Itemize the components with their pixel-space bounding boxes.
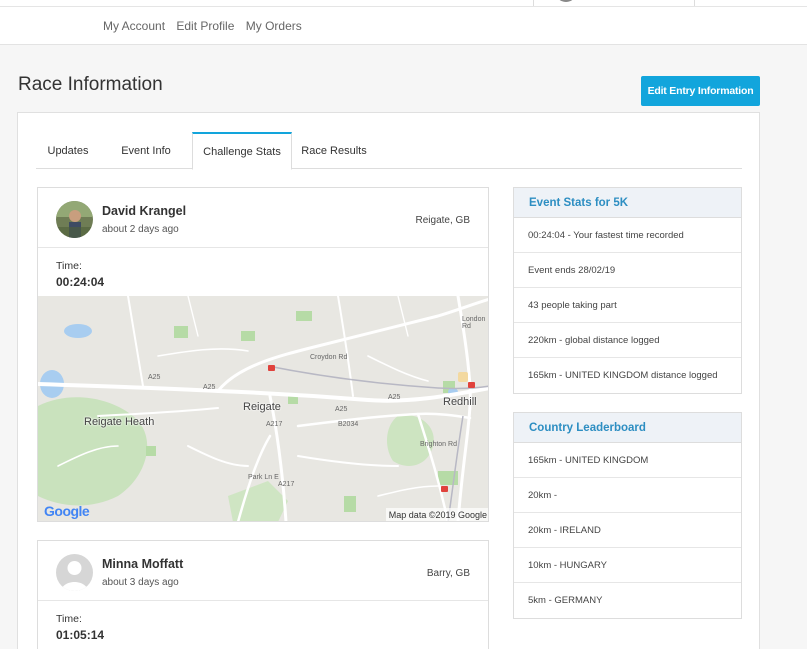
map-road-label: A217 <box>278 481 295 488</box>
account-nav: My Account Edit Profile My Orders <box>103 19 310 33</box>
tab-race-results[interactable]: Race Results <box>292 132 376 169</box>
country-leaderboard-box: Country Leaderboard 165km - UNITED KINGD… <box>513 412 742 619</box>
leaderboard-row: 5km - GERMANY <box>528 595 603 606</box>
event-stat-row: 165km - UNITED KINGDOM distance logged <box>528 370 718 381</box>
tab-updates[interactable]: Updates <box>36 132 100 169</box>
time-label: Time: <box>56 613 82 625</box>
activity-card: David Krangel about 2 days ago Reigate, … <box>37 187 489 522</box>
event-stats-box: Event Stats for 5K 00:24:04 - Your faste… <box>513 187 742 394</box>
event-stat-row: 43 people taking part <box>514 288 741 323</box>
post-timestamp: about 3 days ago <box>102 577 179 588</box>
avatar[interactable] <box>56 201 93 238</box>
map-place-label: Reigate Heath <box>84 416 155 428</box>
user-avatar[interactable] <box>555 0 577 2</box>
my-account-link[interactable]: My Account <box>103 19 165 33</box>
map-road-label: A25 <box>335 406 348 413</box>
top-separator <box>694 0 695 6</box>
time-label: Time: <box>56 260 82 272</box>
activity-card-header: David Krangel about 2 days ago Reigate, … <box>38 188 488 248</box>
map-road-label: A25 <box>148 374 161 381</box>
map-road-label: Brighton Rd <box>420 441 457 448</box>
leaderboard-row: 10km - HUNGARY <box>514 548 741 583</box>
map-road-label: A25 <box>388 394 401 401</box>
top-divider <box>0 6 807 7</box>
tab-bar: Updates Event Info Challenge Stats Race … <box>36 132 742 170</box>
map-place-label: Reigate <box>243 401 281 413</box>
race-info-panel: Updates Event Info Challenge Stats Race … <box>17 112 760 649</box>
edit-entry-button[interactable]: Edit Entry Information <box>641 76 760 106</box>
page-title: Race Information <box>18 74 163 95</box>
event-stat-row: 220km - global distance logged <box>514 323 741 358</box>
athlete-location: Barry, GB <box>426 568 470 579</box>
map-road-label: A217 <box>266 421 283 428</box>
country-leaderboard-title: Country Leaderboard <box>514 413 741 443</box>
post-timestamp: about 2 days ago <box>102 224 179 235</box>
event-stat-row: Event ends 28/02/19 <box>514 253 741 288</box>
leaderboard-row: 165km - UNITED KINGDOM <box>514 443 741 478</box>
activity-card-header: Minna Moffatt about 3 days ago Barry, GB <box>38 541 488 601</box>
edit-profile-link[interactable]: Edit Profile <box>176 19 234 33</box>
event-stats-title: Event Stats for 5K <box>514 188 741 218</box>
my-orders-link[interactable]: My Orders <box>246 19 302 33</box>
map-attribution[interactable]: Map data ©2019 Google <box>385 508 488 521</box>
time-value: 01:05:14 <box>56 628 105 642</box>
google-logo: Google <box>44 503 90 519</box>
athlete-name[interactable]: Minna Moffatt <box>102 557 183 571</box>
activity-card: Minna Moffatt about 3 days ago Barry, GB… <box>37 540 489 649</box>
avatar[interactable] <box>56 554 93 591</box>
tab-event-info[interactable]: Event Info <box>100 132 192 169</box>
event-stat-row: 00:24:04 - Your fastest time recorded <box>514 218 741 253</box>
map-road-label: Croydon Rd <box>310 354 348 361</box>
tab-challenge-stats[interactable]: Challenge Stats <box>192 132 292 170</box>
map-road-label: B2034 <box>338 421 359 428</box>
top-separator <box>533 0 534 6</box>
athlete-location: Reigate, GB <box>415 215 470 226</box>
map-road-label: A25 <box>203 384 216 391</box>
map-road-label: Park Ln E <box>248 474 279 481</box>
map-road-label: London Rd <box>462 316 486 330</box>
athlete-name[interactable]: David Krangel <box>102 204 186 218</box>
leaderboard-row: 20km - IRELAND <box>514 513 741 548</box>
route-map[interactable]: Reigate Reigate Heath Redhill A25 A25 A2… <box>38 296 488 521</box>
top-bar: My Account Edit Profile My Orders <box>0 0 807 45</box>
time-value: 00:24:04 <box>56 275 105 289</box>
map-place-label: Redhill <box>443 396 477 408</box>
leaderboard-row: 20km - <box>514 478 741 513</box>
